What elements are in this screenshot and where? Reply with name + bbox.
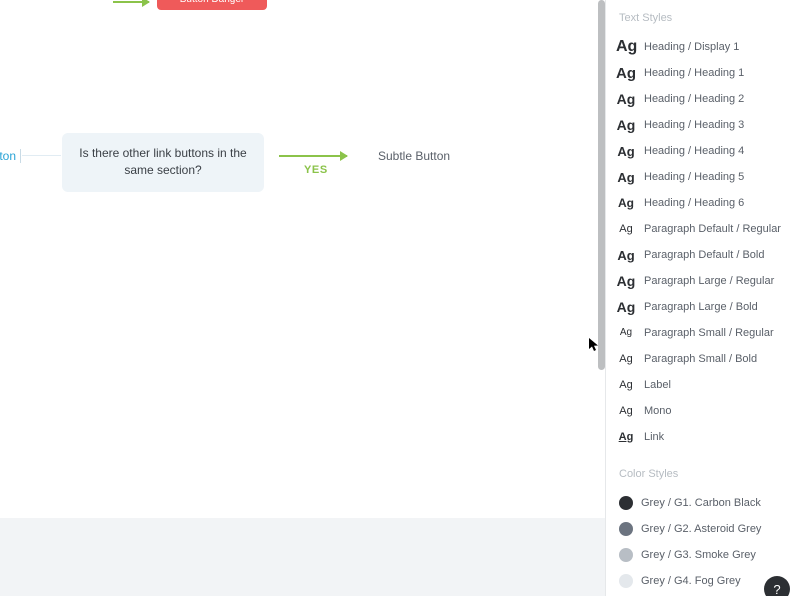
text-style-preview: Ag xyxy=(616,406,636,417)
text-style-preview: Ag xyxy=(616,432,636,443)
text-style-item[interactable]: Ag Heading / Heading 1 xyxy=(616,60,800,86)
color-style-label: Grey / G1. Carbon Black xyxy=(641,497,761,509)
text-style-preview: Ag xyxy=(616,380,636,391)
text-style-preview: Ag xyxy=(616,328,636,338)
text-style-label: Mono xyxy=(644,405,672,417)
link-fragment-text: tton xyxy=(0,149,21,163)
arrow-icon xyxy=(279,150,347,162)
text-style-preview: Ag xyxy=(616,354,636,365)
text-style-label: Heading / Display 1 xyxy=(644,41,739,53)
color-swatch xyxy=(619,496,633,510)
text-style-item[interactable]: Ag Paragraph Default / Regular xyxy=(616,216,800,242)
text-style-label: Link xyxy=(644,431,664,443)
danger-button-chip[interactable]: Button Danger xyxy=(157,0,267,10)
styles-panel: Text Styles Ag Heading / Display 1 Ag Headi… xyxy=(605,0,800,596)
color-swatch xyxy=(619,574,633,588)
text-style-preview: Ag xyxy=(616,300,636,314)
text-style-item[interactable]: Ag Heading / Heading 5 xyxy=(616,164,800,190)
connector-line xyxy=(22,155,61,156)
text-style-label: Heading / Heading 2 xyxy=(644,93,744,105)
text-style-preview: Ag xyxy=(616,197,636,209)
text-styles-header: Text Styles xyxy=(619,12,800,24)
text-style-item[interactable]: Ag Mono xyxy=(616,398,800,424)
design-canvas[interactable]: Button Danger tton Is there other link b… xyxy=(0,0,605,596)
scrollbar-thumb[interactable] xyxy=(598,0,605,370)
text-style-item[interactable]: Ag Paragraph Default / Bold xyxy=(616,242,800,268)
text-style-label: Heading / Heading 1 xyxy=(644,67,744,79)
text-style-preview: Ag xyxy=(616,118,636,132)
text-style-label: Paragraph Large / Bold xyxy=(644,301,758,313)
text-style-item[interactable]: Ag Link xyxy=(616,424,800,450)
help-icon: ? xyxy=(773,582,780,596)
text-style-preview: Ag xyxy=(616,92,636,106)
color-style-item[interactable]: Grey / G2. Asteroid Grey xyxy=(616,516,800,542)
color-style-item[interactable]: Grey / G3. Smoke Grey xyxy=(616,542,800,568)
text-style-preview: Ag xyxy=(616,224,636,235)
text-style-preview: Ag xyxy=(616,274,636,288)
cursor-icon xyxy=(589,338,599,352)
text-styles-list: Ag Heading / Display 1 Ag Heading / Heading… xyxy=(616,34,800,450)
text-style-label: Paragraph Small / Regular xyxy=(644,327,774,339)
text-style-item[interactable]: Ag Paragraph Small / Regular xyxy=(616,320,800,346)
canvas-scrollbar[interactable] xyxy=(598,0,605,596)
text-style-item[interactable]: Ag Heading / Display 1 xyxy=(616,34,800,60)
help-button[interactable]: ? xyxy=(764,576,790,596)
text-style-item[interactable]: Ag Label xyxy=(616,372,800,398)
color-style-label: Grey / G2. Asteroid Grey xyxy=(641,523,761,535)
text-style-preview: Ag xyxy=(616,145,636,158)
text-style-item[interactable]: Ag Heading / Heading 6 xyxy=(616,190,800,216)
text-style-label: Paragraph Large / Regular xyxy=(644,275,774,287)
text-style-label: Paragraph Small / Bold xyxy=(644,353,757,365)
text-style-label: Heading / Heading 4 xyxy=(644,145,744,157)
subtle-button-node[interactable]: Subtle Button xyxy=(378,149,450,163)
text-style-item[interactable]: Ag Paragraph Large / Regular xyxy=(616,268,800,294)
text-style-label: Paragraph Default / Regular xyxy=(644,223,781,235)
decision-node[interactable]: Is there other link buttons in the same … xyxy=(62,133,264,192)
yes-edge-label: YES xyxy=(304,164,328,176)
color-swatch xyxy=(619,548,633,562)
text-style-item[interactable]: Ag Heading / Heading 4 xyxy=(616,138,800,164)
text-style-item[interactable]: Ag Paragraph Large / Bold xyxy=(616,294,800,320)
text-style-label: Heading / Heading 3 xyxy=(644,119,744,131)
arrow-icon xyxy=(113,0,149,8)
text-style-label: Label xyxy=(644,379,671,391)
color-swatch xyxy=(619,522,633,536)
text-style-label: Heading / Heading 5 xyxy=(644,171,744,183)
text-style-preview: Ag xyxy=(616,66,636,81)
text-style-preview: Ag xyxy=(616,249,636,262)
text-style-preview: Ag xyxy=(616,171,636,184)
decision-node-text: Is there other link buttons in the same … xyxy=(79,146,246,177)
danger-button-label: Button Danger xyxy=(180,0,245,5)
text-style-preview: Ag xyxy=(616,39,636,55)
color-styles-header: Color Styles xyxy=(619,468,800,480)
text-style-label: Heading / Heading 6 xyxy=(644,197,744,209)
color-style-label: Grey / G4. Fog Grey xyxy=(641,575,741,587)
text-style-label: Paragraph Default / Bold xyxy=(644,249,764,261)
text-style-item[interactable]: Ag Heading / Heading 3 xyxy=(616,112,800,138)
color-style-item[interactable]: Grey / G1. Carbon Black xyxy=(616,490,800,516)
text-style-item[interactable]: Ag Heading / Heading 2 xyxy=(616,86,800,112)
text-style-item[interactable]: Ag Paragraph Small / Bold xyxy=(616,346,800,372)
color-style-label: Grey / G3. Smoke Grey xyxy=(641,549,756,561)
